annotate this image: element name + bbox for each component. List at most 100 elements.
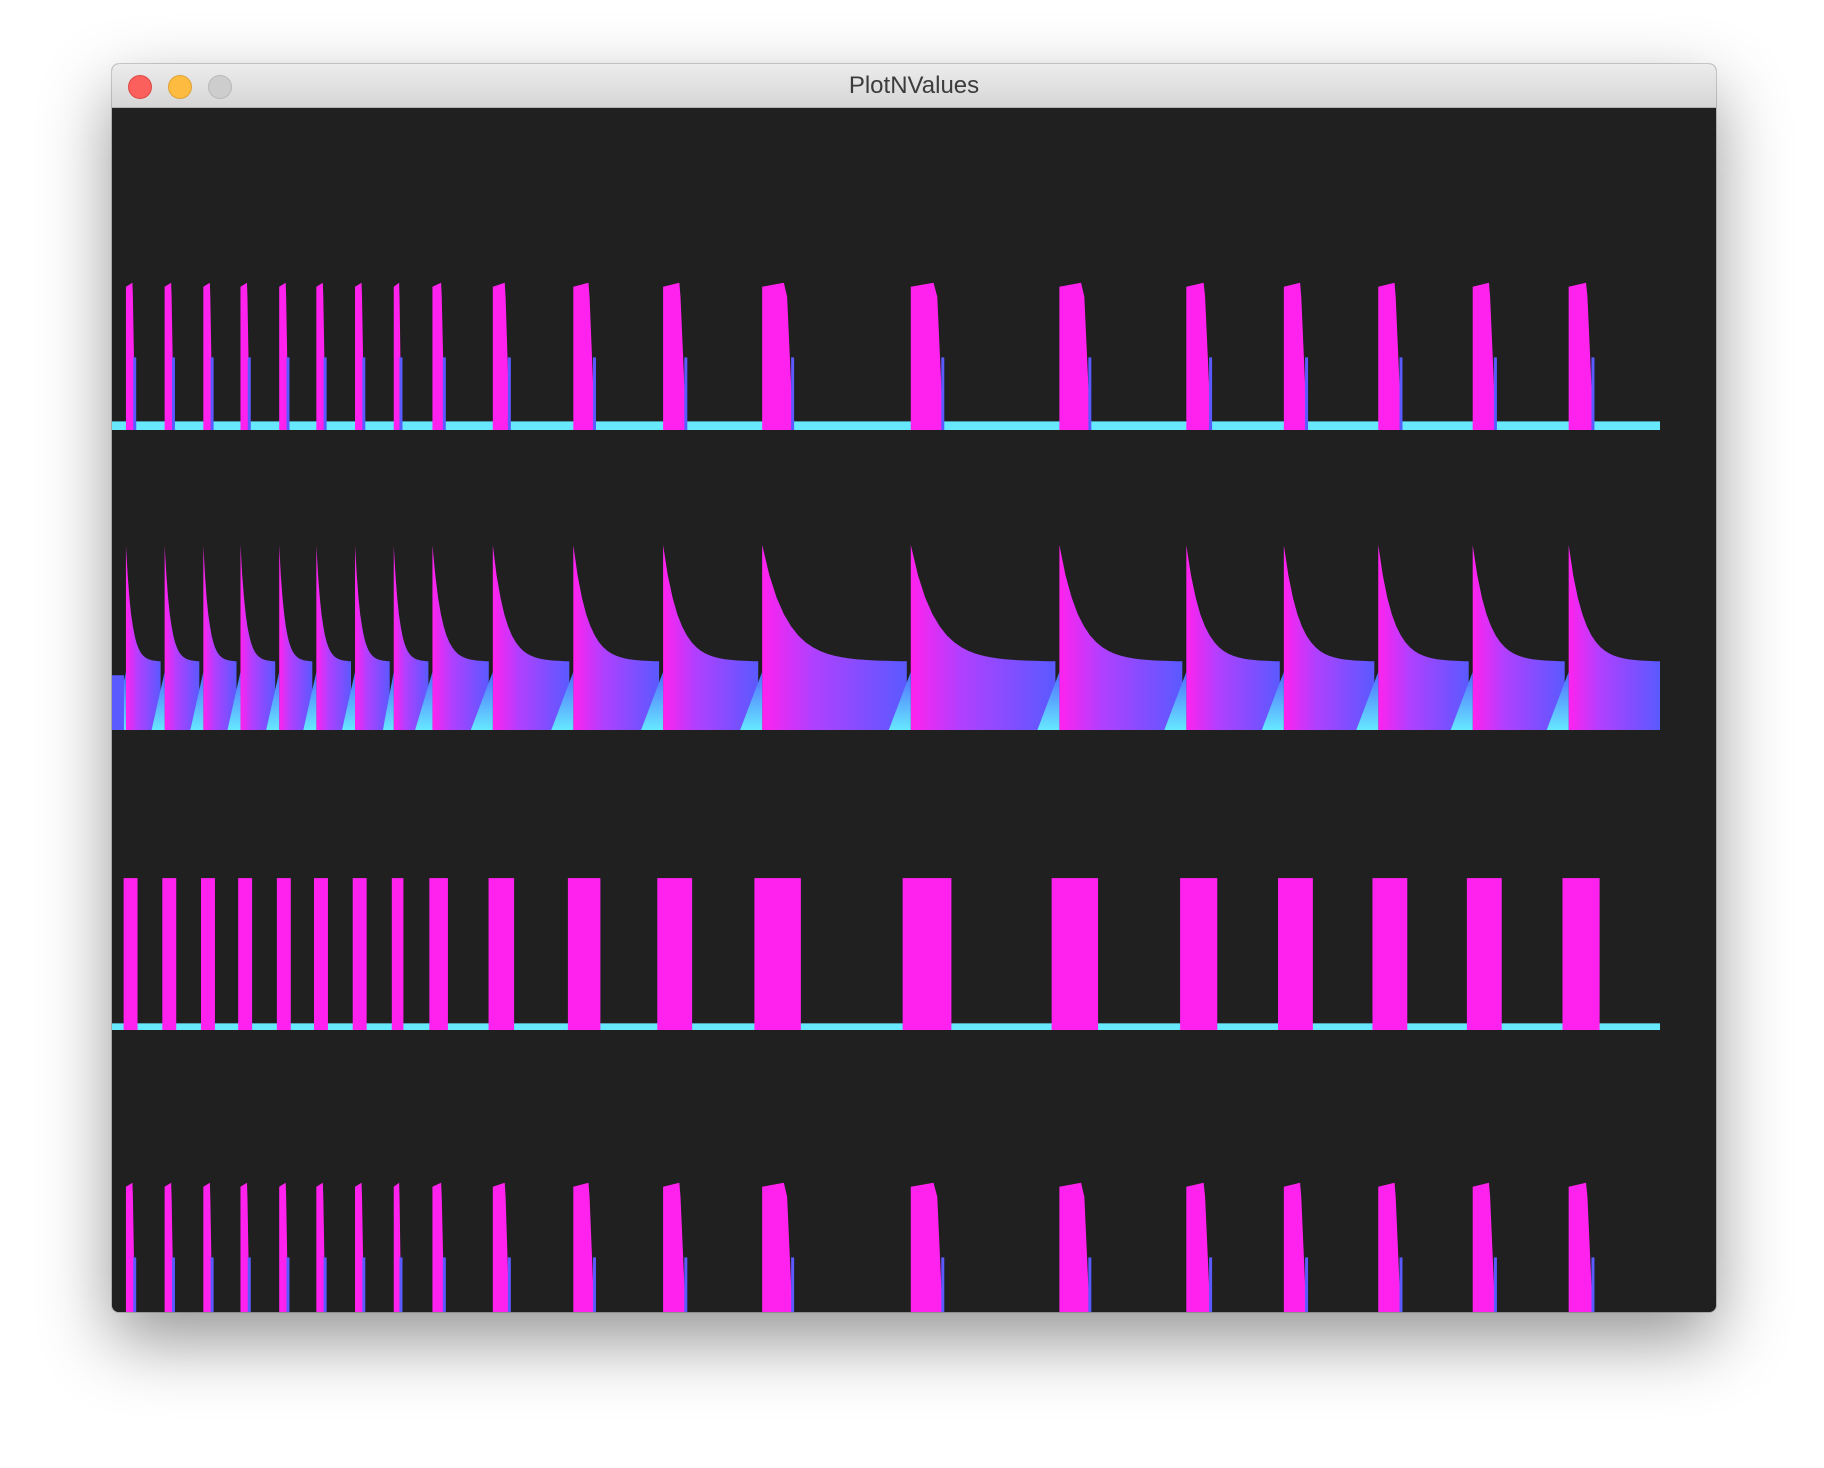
series-4-pulse-tail-4 <box>247 1257 251 1312</box>
series-4-pulse-12 <box>663 1182 686 1312</box>
series-2-decay-6 <box>316 545 352 730</box>
series-1-pulse-tail-5 <box>286 357 290 430</box>
series-4-pulse-tail-14 <box>941 1257 945 1312</box>
series-1-pulse-tail-20 <box>1591 357 1595 430</box>
series-2-decay-16 <box>1186 545 1280 730</box>
series-1-baseline <box>112 421 1660 430</box>
window-title: PlotNValues <box>848 72 980 99</box>
series-1-pulse-tail-19 <box>1493 357 1497 430</box>
series-2-decay-3 <box>203 545 237 730</box>
series-4-pulse-tail-11 <box>592 1257 596 1312</box>
series-4-pulse-tail-3 <box>210 1257 214 1312</box>
series-3-block-8 <box>391 878 404 1030</box>
series-4-pulse-10 <box>492 1182 510 1312</box>
series-4-pulse-16 <box>1186 1182 1211 1312</box>
series-1-pulse-13 <box>762 282 794 430</box>
series-3-block-12 <box>657 878 693 1030</box>
series-4-pulse-19 <box>1472 1182 1496 1312</box>
series-3-block-4 <box>238 878 253 1030</box>
series-4-pulse-tail-16 <box>1209 1257 1213 1312</box>
series-1-pulse-tail-9 <box>442 357 446 430</box>
series-1-pulse-tail-4 <box>247 357 251 430</box>
series-3-block-14 <box>902 878 952 1030</box>
series-3-block-19 <box>1466 878 1502 1030</box>
series-1-pulse-tail-7 <box>362 357 366 430</box>
series-4-pulse-tail-12 <box>684 1257 688 1312</box>
series-2-decay-14 <box>910 545 1056 730</box>
series-2-decay-18 <box>1378 545 1469 730</box>
title-bar[interactable]: PlotNValues <box>112 64 1716 108</box>
series-1-pulse-tail-11 <box>592 357 596 430</box>
series-1-pulse-tail-18 <box>1399 357 1403 430</box>
series-1-pulse-tail-13 <box>791 357 795 430</box>
series-4-pulse-14 <box>910 1182 943 1312</box>
series-3-block-15 <box>1051 878 1099 1030</box>
series-1-pulse-14 <box>910 282 944 430</box>
series-1-pulse-tail-2 <box>171 357 175 430</box>
series-4-pulse-17 <box>1283 1182 1307 1312</box>
series-1-pulse-18 <box>1378 282 1402 430</box>
series-1-pulse-tail-14 <box>941 357 945 430</box>
app-window: PlotNValues <box>112 64 1716 1312</box>
series-2-decay-19 <box>1472 545 1565 730</box>
series-2-decay-15 <box>1059 545 1183 730</box>
series-2-decay-7 <box>355 545 390 730</box>
series-1-pulse-19 <box>1472 282 1496 430</box>
series-3-block-16 <box>1180 878 1218 1030</box>
series-1-pulse-tail-3 <box>210 357 214 430</box>
series-1-pulse-17 <box>1283 282 1308 430</box>
series-4-pulse-11 <box>573 1182 595 1312</box>
series-3-block-3 <box>201 878 215 1030</box>
series-2-decay-9 <box>432 545 489 730</box>
series-1-pulse-tail-12 <box>684 357 688 430</box>
series-2-decay-17 <box>1283 545 1375 730</box>
series-3-block-17 <box>1278 878 1313 1030</box>
series-3-baseline <box>112 1023 1660 1030</box>
series-2-decay-10 <box>492 545 570 730</box>
series-4-pulse-tail-7 <box>362 1257 366 1312</box>
series-4-pulse-15 <box>1059 1182 1090 1312</box>
series-1-pulse-15 <box>1059 282 1091 430</box>
series-4-pulse-13 <box>762 1182 793 1312</box>
series-1-pulse-tail-17 <box>1305 357 1309 430</box>
series-4-pulse-tail-6 <box>323 1257 327 1312</box>
series-4-pulse-tail-17 <box>1305 1257 1309 1312</box>
series-2-decay-11 <box>573 545 660 730</box>
series-4-pulse-tail-2 <box>171 1257 175 1312</box>
series-1-pulse-16 <box>1186 282 1212 430</box>
series-2-decay-2 <box>164 545 200 730</box>
series-3-block-10 <box>488 878 515 1030</box>
series-2-decay-13 <box>762 545 907 730</box>
series-1-pulse-tail-6 <box>323 357 327 430</box>
series-3-block-1 <box>123 878 138 1030</box>
series-2-decay-8 <box>393 545 429 730</box>
series-2-decay-20 <box>1568 545 1660 730</box>
series-1-pulse-tail-1 <box>133 357 137 430</box>
series-3-block-11 <box>567 878 601 1030</box>
series-4-pulse-tail-10 <box>507 1257 511 1312</box>
series-3-block-7 <box>352 878 367 1030</box>
series-4-pulse-18 <box>1378 1182 1401 1312</box>
series-2-lead <box>112 675 124 730</box>
series-1-pulse-tail-15 <box>1088 357 1092 430</box>
series-4-pulse-tail-1 <box>133 1257 137 1312</box>
series-1-pulse-tail-8 <box>399 357 403 430</box>
series-1-pulse-tail-16 <box>1209 357 1213 430</box>
series-2-decay-1 <box>125 545 161 730</box>
series-4-pulse-tail-5 <box>286 1257 290 1312</box>
series-1-pulse-20 <box>1568 282 1594 430</box>
series-2-decay-5 <box>279 545 313 730</box>
series-3-block-6 <box>314 878 328 1030</box>
series-4-pulse-tail-20 <box>1591 1257 1595 1312</box>
plot-svg <box>112 282 1660 1312</box>
plot-canvas <box>112 108 1716 1312</box>
series-1-pulse-12 <box>663 282 687 430</box>
series-4-pulse-tail-8 <box>399 1257 403 1312</box>
series-4-pulse-20 <box>1568 1182 1593 1312</box>
series-3-block-18 <box>1372 878 1408 1030</box>
series-2-decay-12 <box>663 545 759 730</box>
series-3-block-5 <box>276 878 291 1030</box>
series-4-pulse-tail-18 <box>1399 1257 1403 1312</box>
series-1-pulse-10 <box>492 282 510 430</box>
series-3-block-9 <box>429 878 448 1030</box>
